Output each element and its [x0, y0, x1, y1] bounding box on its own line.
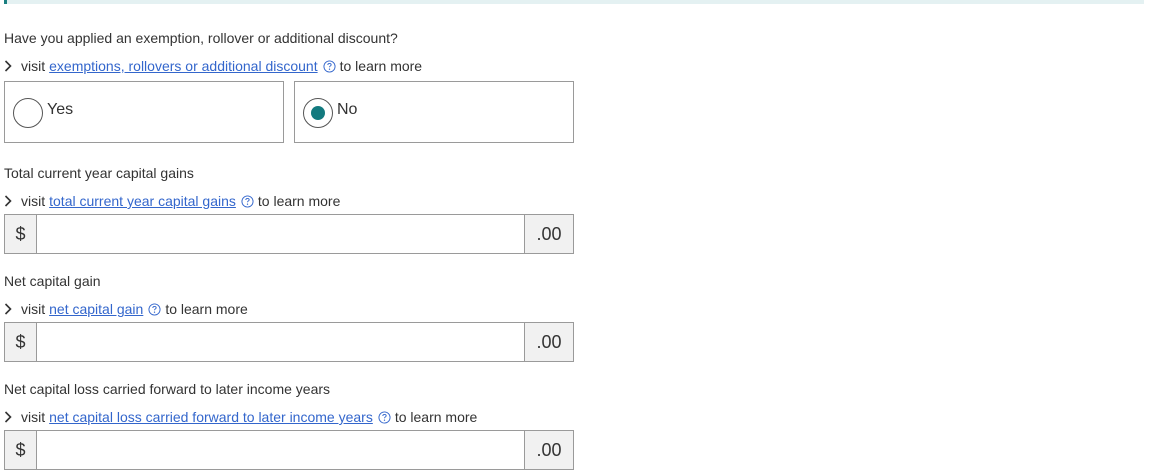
exemption-radio-group: Yes No: [4, 81, 584, 143]
net-capital-loss-link[interactable]: net capital loss carried forward to late…: [49, 408, 373, 426]
visit-suffix: to learn more: [394, 409, 478, 425]
capital-gains-question: Total current year capital gains visit t…: [4, 164, 574, 254]
capital-gains-help-line: visit total current year capital gains t…: [4, 192, 574, 210]
radio-button-no[interactable]: [303, 98, 333, 128]
radio-button-yes[interactable]: [13, 98, 43, 128]
net-capital-gain-help-line: visit net capital gain to learn more: [4, 300, 574, 318]
visit-suffix: to learn more: [165, 301, 248, 317]
visit-prefix: visit: [21, 301, 46, 317]
net-capital-gain-amount-field: $ .00: [4, 322, 574, 362]
cents-suffix: .00: [524, 323, 573, 361]
radio-selected-dot: [311, 106, 325, 120]
exemption-label: Have you applied an exemption, rollover …: [4, 30, 398, 46]
radio-label-yes: Yes: [47, 101, 74, 118]
exemption-help-line: visit exemptions, rollovers or additiona…: [4, 57, 584, 75]
capital-gains-link[interactable]: total current year capital gains: [49, 192, 236, 210]
capital-gains-label: Total current year capital gains: [4, 165, 194, 181]
question-circle-icon[interactable]: [378, 410, 391, 424]
chevron-right-icon: [4, 60, 12, 72]
net-capital-loss-label: Net capital loss carried forward to late…: [4, 381, 331, 397]
capital-gains-input[interactable]: [37, 215, 524, 253]
visit-prefix: visit: [21, 193, 46, 209]
question-circle-icon[interactable]: [148, 302, 161, 316]
question-circle-icon[interactable]: [241, 194, 254, 208]
currency-prefix: $: [5, 431, 37, 469]
visit-suffix: to learn more: [257, 193, 341, 209]
radio-option-no[interactable]: No: [294, 81, 574, 143]
chevron-right-icon: [4, 303, 12, 315]
cents-suffix: .00: [524, 215, 573, 253]
exemption-question: Have you applied an exemption, rollover …: [4, 29, 584, 143]
question-circle-icon[interactable]: [323, 59, 336, 73]
exemptions-link[interactable]: exemptions, rollovers or additional disc…: [49, 57, 317, 75]
net-capital-loss-input[interactable]: [37, 431, 524, 469]
visit-prefix: visit: [21, 58, 46, 74]
section-top-border: [4, 0, 1144, 4]
radio-label-no: No: [337, 101, 358, 118]
net-capital-loss-question: Net capital loss carried forward to late…: [4, 380, 574, 470]
net-capital-gain-question: Net capital gain visit net capital gain …: [4, 272, 574, 362]
net-capital-gain-link[interactable]: net capital gain: [49, 300, 143, 318]
capital-gains-amount-field: $ .00: [4, 214, 574, 254]
visit-suffix: to learn more: [339, 58, 423, 74]
cents-suffix: .00: [524, 431, 573, 469]
net-capital-loss-help-line: visit net capital loss carried forward t…: [4, 408, 574, 426]
chevron-right-icon: [4, 411, 12, 423]
net-capital-loss-amount-field: $ .00: [4, 430, 574, 470]
visit-prefix: visit: [21, 409, 46, 425]
currency-prefix: $: [5, 215, 37, 253]
radio-option-yes[interactable]: Yes: [4, 81, 284, 143]
net-capital-gain-input[interactable]: [37, 323, 524, 361]
net-capital-gain-label: Net capital gain: [4, 273, 101, 289]
chevron-right-icon: [4, 195, 12, 207]
currency-prefix: $: [5, 323, 37, 361]
